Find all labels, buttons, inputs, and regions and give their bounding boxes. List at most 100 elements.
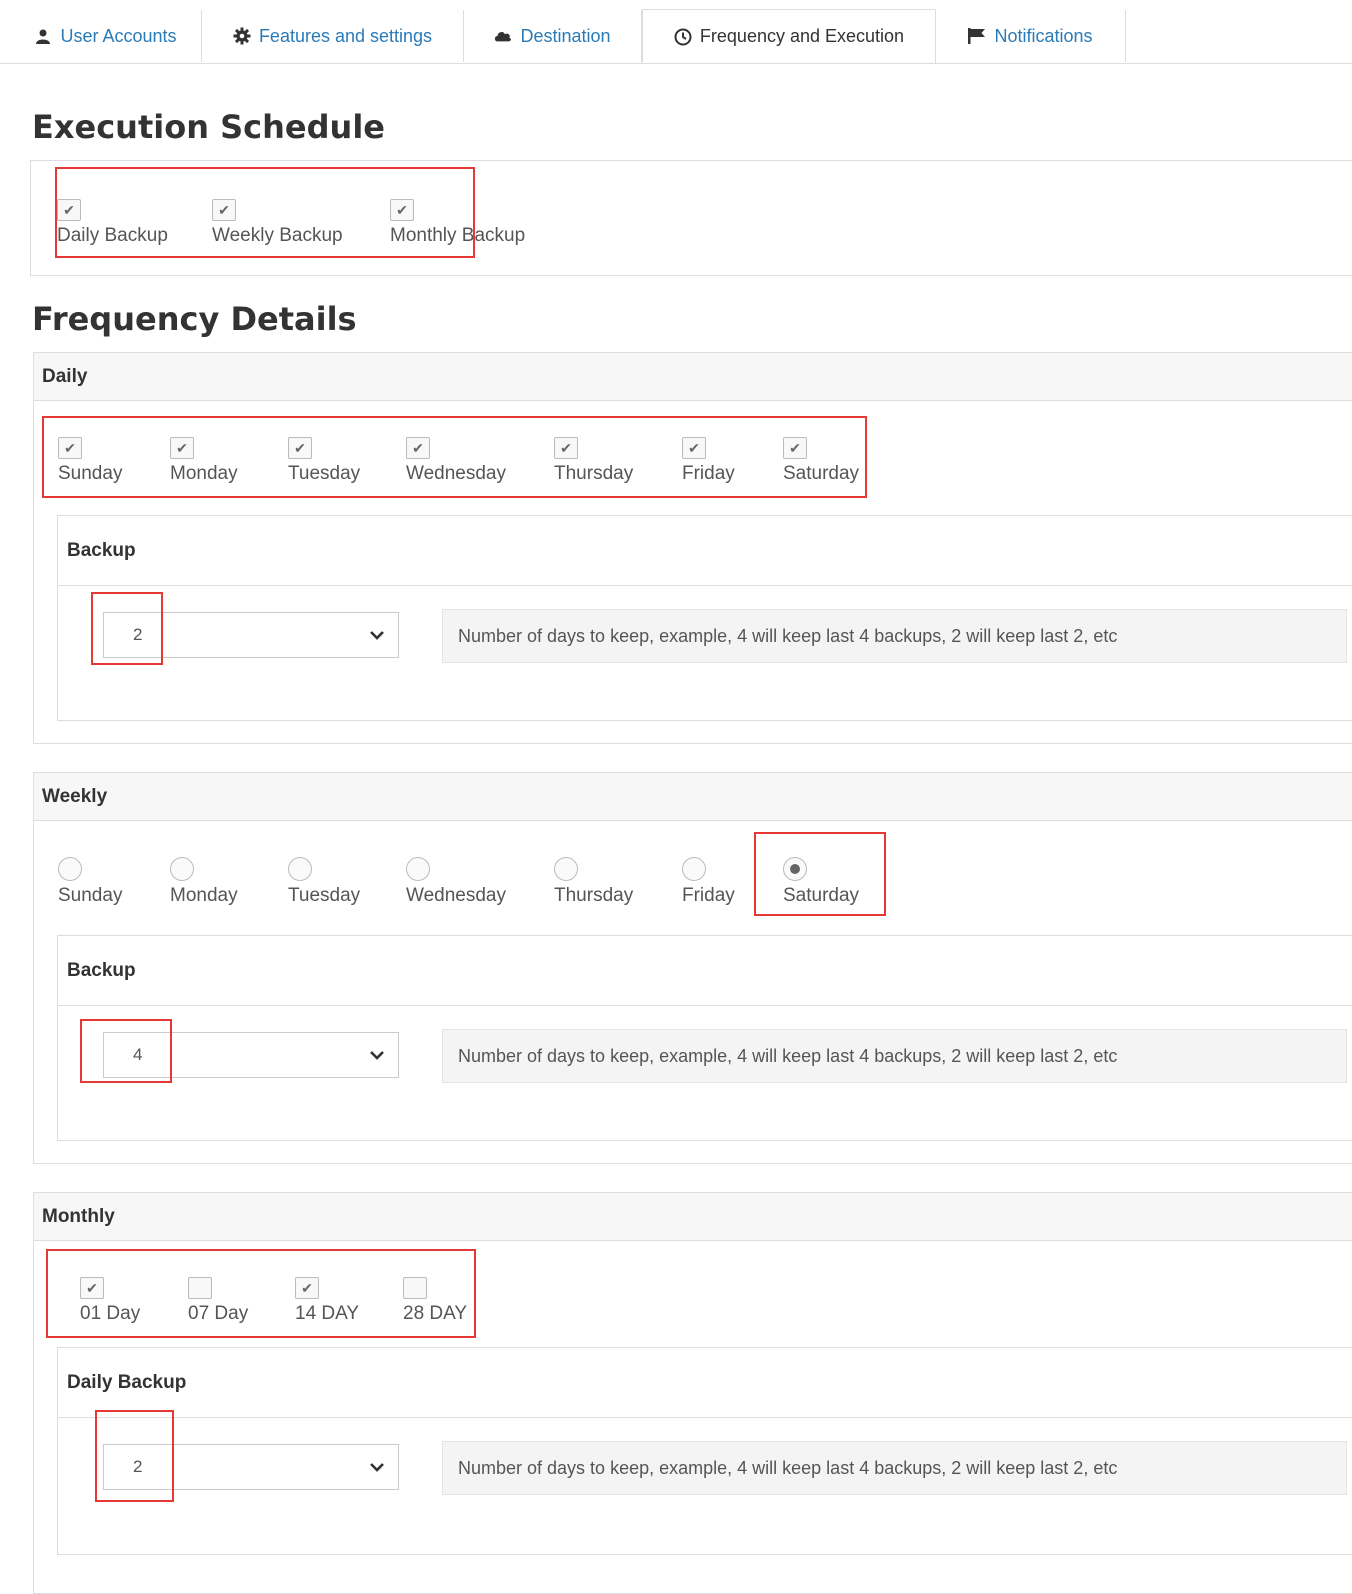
daily-day-monday[interactable]: ✔ Monday [170,437,238,485]
daily-day-sunday[interactable]: ✔ Sunday [58,437,122,485]
checkbox-checked[interactable]: ✔ [58,437,82,459]
day-label: Tuesday [288,463,361,484]
day-label: Saturday [783,885,860,906]
day-label: 28 DAY [403,1303,468,1324]
day-label: Wednesday [406,885,506,906]
checkbox-checked[interactable]: ✔ [170,437,194,459]
weekly-day-saturday[interactable]: Saturday [783,857,859,907]
checkbox-checked[interactable]: ✔ [288,437,312,459]
tab-frequency-and-execution[interactable]: Frequency and Execution [642,9,936,63]
daily-day-tuesday[interactable]: ✔ Tuesday [288,437,360,485]
checkbox-unchecked[interactable] [403,1277,427,1299]
radio-unselected[interactable] [406,857,430,881]
day-label: Monday [170,463,238,484]
daily-backup-subpanel: Backup 2 Number of days to keep, example… [57,515,1352,721]
weekly-backup-hint: Number of days to keep, example, 4 will … [442,1029,1347,1083]
daily-backup-option[interactable]: ✔ Daily Backup [57,199,168,247]
tab-label: Notifications [994,25,1093,46]
weekly-day-sunday[interactable]: Sunday [58,857,122,907]
daily-panel: Daily ✔ Sunday ✔ Monday ✔ Tuesday ✔ Wednesda… [33,352,1352,744]
tab-destination[interactable]: Destination [464,10,642,62]
monthly-backup-hint: Number of days to keep, example, 4 will … [442,1441,1347,1495]
clock-icon [674,28,692,46]
day-label: 07 Day [188,1303,249,1324]
weekly-backup-header: Backup [58,936,1352,1006]
tab-notifications[interactable]: Notifications [936,10,1126,62]
weekly-day-thursday[interactable]: Thursday [554,857,633,907]
chevron-down-icon [366,1456,388,1478]
daily-day-wednesday[interactable]: ✔ Wednesday [406,437,506,485]
tab-features-and-settings[interactable]: Features and settings [202,10,464,62]
cloud-icon [494,27,512,45]
monthly-panel: Monthly ✔ 01 Day 07 Day ✔ 14 DAY 28 DAY Da… [33,1192,1352,1594]
daily-panel-header: Daily [34,353,1352,401]
radio-unselected[interactable] [682,857,706,881]
monthly-day-07[interactable]: 07 Day [188,1277,248,1325]
daily-backup-header: Backup [58,516,1352,586]
tab-label: User Accounts [60,25,177,46]
monthly-backup-subpanel: Daily Backup 2 Number of days to keep, e… [57,1347,1352,1555]
daily-day-saturday[interactable]: ✔ Saturday [783,437,859,485]
weekly-day-tuesday[interactable]: Tuesday [288,857,360,907]
execution-schedule-title: Execution Schedule [32,108,385,146]
monthly-backup-header: Daily Backup [58,1348,1352,1418]
monthly-day-14[interactable]: ✔ 14 DAY [295,1277,359,1325]
checkbox-checked[interactable]: ✔ [554,437,578,459]
select-value: 4 [133,1045,143,1064]
checkbox-checked[interactable]: ✔ [57,199,81,221]
user-icon [34,27,52,45]
option-label: Monthly Backup [390,225,526,246]
frequency-details-title: Frequency Details [32,300,357,338]
checkbox-checked[interactable]: ✔ [295,1277,319,1299]
radio-unselected[interactable] [288,857,312,881]
select-value: 2 [133,625,143,644]
tab-bar: User Accounts Features and settings Dest… [0,0,1352,64]
checkbox-checked[interactable]: ✔ [783,437,807,459]
radio-unselected[interactable] [58,857,82,881]
radio-unselected[interactable] [170,857,194,881]
chevron-down-icon [366,624,388,646]
day-label: Thursday [554,885,634,906]
day-label: 01 Day [80,1303,141,1324]
checkbox-checked[interactable]: ✔ [80,1277,104,1299]
daily-backup-hint: Number of days to keep, example, 4 will … [442,609,1347,663]
daily-day-thursday[interactable]: ✔ Thursday [554,437,633,485]
day-label: Saturday [783,463,860,484]
day-label: 14 DAY [295,1303,360,1324]
day-label: Tuesday [288,885,361,906]
tab-label: Destination [520,25,611,46]
monthly-backup-select[interactable]: 2 [103,1444,399,1490]
radio-dot [790,864,800,874]
checkbox-checked[interactable]: ✔ [212,199,236,221]
checkbox-unchecked[interactable] [188,1277,212,1299]
weekly-day-friday[interactable]: Friday [682,857,735,907]
option-label: Weekly Backup [212,225,343,246]
daily-day-friday[interactable]: ✔ Friday [682,437,735,485]
weekly-day-monday[interactable]: Monday [170,857,238,907]
weekly-panel: Weekly Sunday Monday Tuesday Wednesday T… [33,772,1352,1164]
chevron-down-icon [366,1044,388,1066]
weekly-day-wednesday[interactable]: Wednesday [406,857,506,907]
checkbox-checked[interactable]: ✔ [682,437,706,459]
monthly-backup-option[interactable]: ✔ Monthly Backup [390,199,525,247]
execution-schedule-box: ✔ Daily Backup ✔ Weekly Backup ✔ Monthly… [30,160,1352,276]
monthly-panel-header: Monthly [34,1193,1352,1241]
weekly-backup-subpanel: Backup 4 Number of days to keep, example… [57,935,1352,1141]
checkbox-checked[interactable]: ✔ [390,199,414,221]
monthly-day-01[interactable]: ✔ 01 Day [80,1277,140,1325]
monthly-day-28[interactable]: 28 DAY [403,1277,467,1325]
weekly-backup-select[interactable]: 4 [103,1032,399,1078]
daily-backup-select[interactable]: 2 [103,612,399,658]
checkbox-checked[interactable]: ✔ [406,437,430,459]
radio-unselected[interactable] [554,857,578,881]
day-label: Thursday [554,463,634,484]
select-value: 2 [133,1457,143,1476]
flag-icon [968,27,986,45]
day-label: Friday [682,885,735,906]
gear-icon [233,27,251,45]
weekly-backup-option[interactable]: ✔ Weekly Backup [212,199,343,247]
day-label: Monday [170,885,238,906]
radio-selected[interactable] [783,857,807,881]
option-label: Daily Backup [57,225,168,246]
tab-user-accounts[interactable]: User Accounts [10,10,202,62]
